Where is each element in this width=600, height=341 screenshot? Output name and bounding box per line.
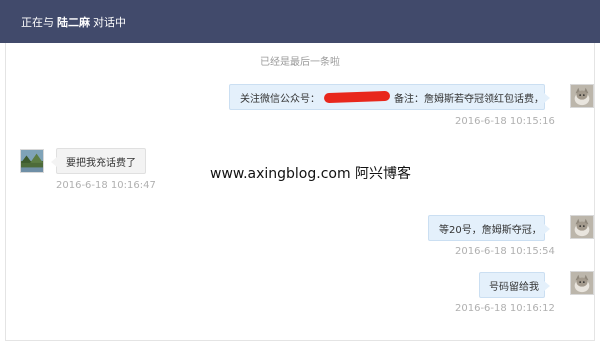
header-prefix: 正在与 — [21, 15, 54, 29]
message-bubble-self: 等20号，詹姆斯夺冠， — [428, 215, 550, 241]
cat-avatar-icon — [571, 216, 593, 238]
message-text: 要把我充话费了 — [66, 157, 136, 169]
landscape-avatar-icon — [21, 150, 43, 172]
cat-avatar-icon — [571, 272, 593, 294]
message-timestamp: 2016-6-18 10:16:12 — [455, 303, 555, 314]
contact-name: 陆二麻 — [57, 15, 90, 29]
message-timestamp: 2016-6-18 10:15:54 — [455, 246, 555, 257]
message-text: 备注：詹姆斯若夺冠领红包话费， — [394, 93, 544, 105]
watermark-text: www.axingblog.com 阿兴博客 — [210, 166, 412, 182]
message-bubble-self: 关注微信公众号： 备注：詹姆斯若夺冠领红包话费， — [229, 84, 550, 110]
message-bubble-self: 号码留给我 — [479, 272, 550, 298]
cat-avatar-icon[interactable] — [570, 271, 594, 295]
message-bubble-contact: 要把我充话费了 — [51, 148, 146, 174]
message-text: 关注微信公众号： — [240, 93, 320, 105]
history-notice: 已经是最后一条啦 — [260, 57, 340, 68]
message-timestamp: 2016-6-18 10:15:16 — [455, 116, 555, 127]
landscape-avatar-icon[interactable] — [20, 149, 44, 173]
cat-avatar-icon[interactable] — [570, 84, 594, 108]
message-text: 等20号，詹姆斯夺冠， — [439, 224, 542, 236]
message-text: 号码留给我 — [489, 281, 539, 293]
redaction-mark — [323, 90, 391, 104]
header-suffix: 对话中 — [93, 15, 126, 29]
message-timestamp: 2016-6-18 10:16:47 — [56, 180, 156, 191]
cat-avatar-icon — [571, 85, 593, 107]
chat-header: 正在与 陆二麻 对话中 — [0, 0, 600, 43]
cat-avatar-icon[interactable] — [570, 215, 594, 239]
